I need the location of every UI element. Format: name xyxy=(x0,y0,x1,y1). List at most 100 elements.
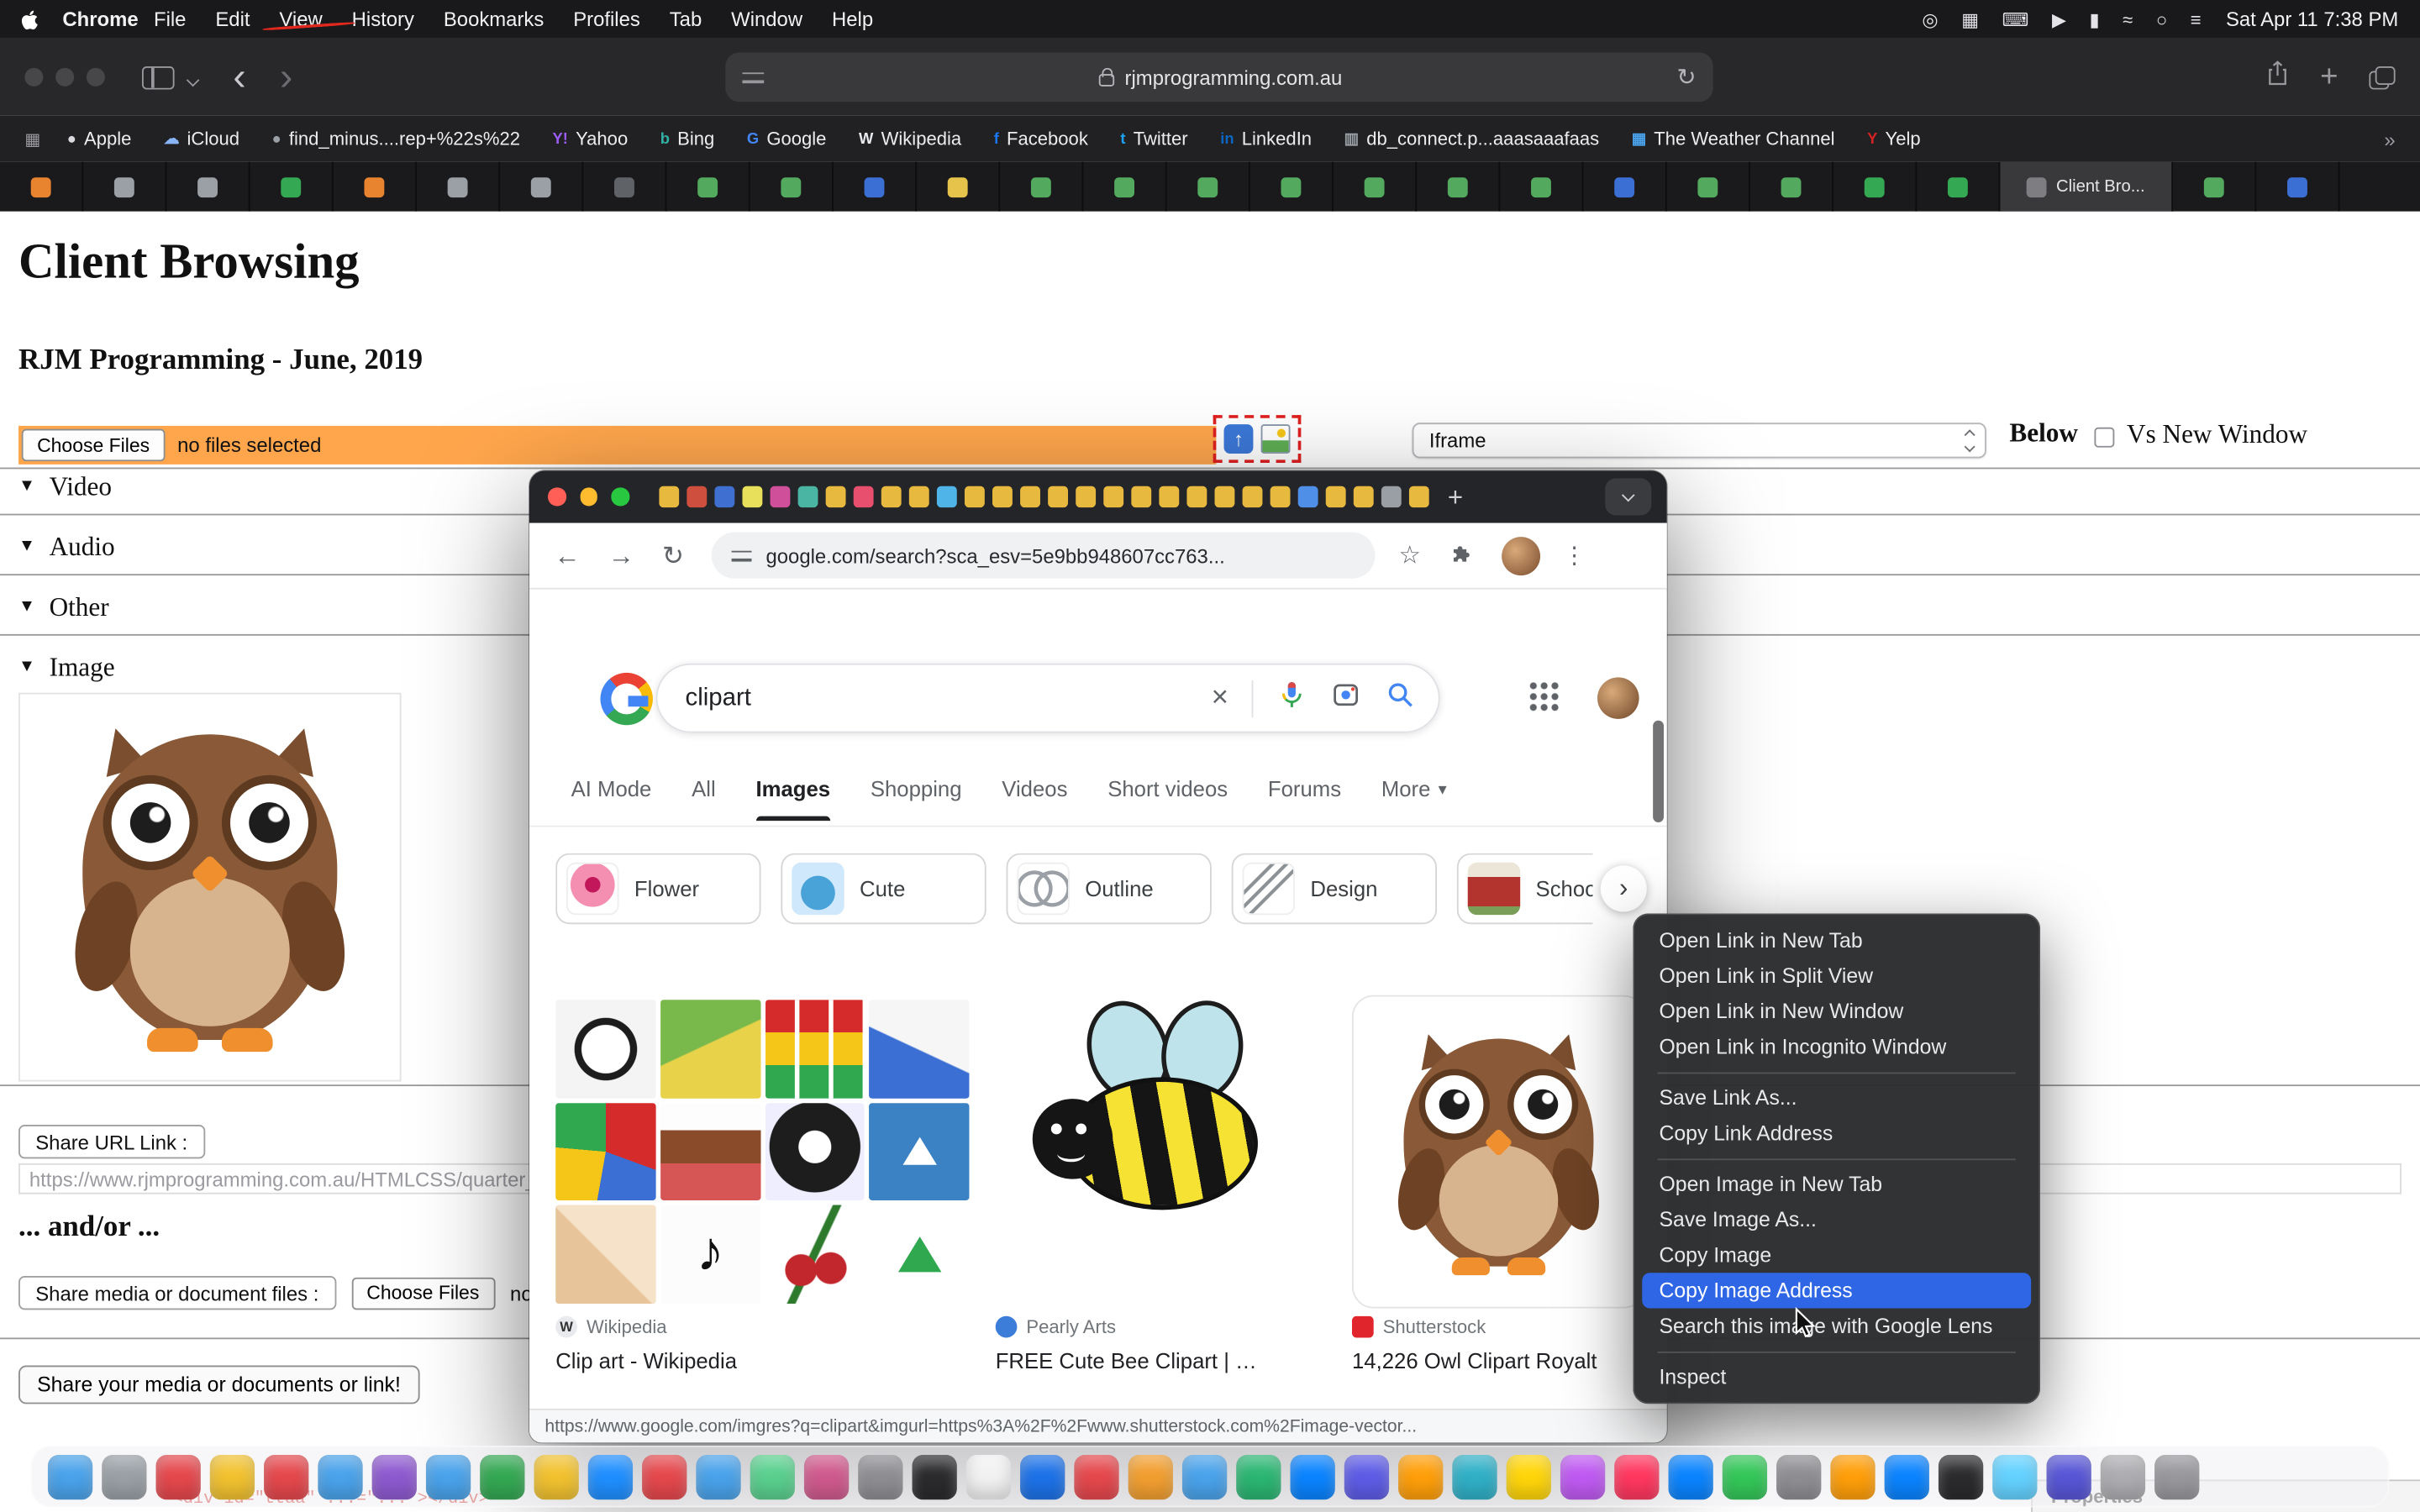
browser-tab[interactable] xyxy=(825,486,846,507)
browser-tab[interactable] xyxy=(936,486,957,507)
browser-tab[interactable] xyxy=(881,486,902,507)
status-icon[interactable]: ○ xyxy=(2156,8,2167,30)
results-tab[interactable]: Shopping ▾ xyxy=(871,776,962,821)
dock-app-icon[interactable] xyxy=(1885,1454,1929,1499)
results-tab[interactable]: All ▾ xyxy=(692,776,716,821)
favorite-item[interactable]: ▥ db_connect.p...aaasaaafaas xyxy=(1344,128,1600,150)
share-url-label[interactable]: Share URL Link : xyxy=(18,1125,204,1158)
results-tab[interactable]: More ▾ xyxy=(1381,776,1447,821)
favorites-grid-icon[interactable]: ▦ xyxy=(24,129,40,149)
tab-overview-icon[interactable] xyxy=(2369,66,2395,89)
bookmark-star-icon[interactable]: ☆ xyxy=(1399,540,1421,571)
favorite-item[interactable]: G Google xyxy=(747,128,827,150)
context-menu-item[interactable]: Save Image As... xyxy=(1642,1202,2031,1237)
chevron-down-icon[interactable] xyxy=(187,73,200,87)
browser-tab[interactable] xyxy=(83,162,166,212)
owl-clipart-image[interactable] xyxy=(82,734,337,1040)
address-bar[interactable]: rjmprogramming.com.au ↻ xyxy=(725,52,1713,102)
dock-app-icon[interactable] xyxy=(2047,1454,2091,1499)
menubar-menu-item[interactable]: History xyxy=(352,8,414,31)
browser-tab[interactable] xyxy=(417,162,500,212)
menubar-menu-item[interactable]: Help xyxy=(832,8,873,31)
favorite-item[interactable]: ● Apple xyxy=(67,128,132,150)
filter-chip[interactable]: Flower xyxy=(555,853,760,924)
back-button[interactable]: ← xyxy=(554,543,580,569)
browser-tab[interactable] xyxy=(1750,162,1833,212)
dock-app-icon[interactable] xyxy=(156,1454,201,1499)
dock-app-icon[interactable] xyxy=(1614,1454,1659,1499)
profile-avatar[interactable] xyxy=(1501,536,1539,575)
new-tab-icon[interactable]: + xyxy=(2320,61,2338,92)
collapsible-section[interactable]: ▼ Video xyxy=(18,472,115,533)
new-tab-icon[interactable]: + xyxy=(1448,484,1463,510)
browser-tab[interactable] xyxy=(1297,486,1318,507)
iframe-select[interactable]: Iframe xyxy=(1413,423,1986,458)
status-icon[interactable]: ▮ xyxy=(2089,8,2099,30)
page-settings-icon[interactable] xyxy=(742,69,764,86)
collage-image-trash-bin[interactable] xyxy=(870,1103,970,1201)
browser-tab[interactable] xyxy=(750,162,834,212)
vs-new-window-checkbox[interactable] xyxy=(2094,428,2114,448)
share-icon[interactable] xyxy=(2265,60,2289,94)
browser-tab[interactable] xyxy=(1158,486,1179,507)
clear-icon[interactable]: × xyxy=(1212,684,1228,713)
browser-tab[interactable] xyxy=(1250,162,1334,212)
dock-app-icon[interactable] xyxy=(1776,1454,1821,1499)
search-icon[interactable] xyxy=(1385,679,1416,717)
context-menu-item[interactable]: Open Link in Incognito Window xyxy=(1642,1029,2031,1064)
browser-tab[interactable] xyxy=(1334,162,1417,212)
favorite-item[interactable]: t Twitter xyxy=(1120,128,1187,150)
result-image-collage[interactable] xyxy=(555,1000,969,1304)
dock-app-icon[interactable] xyxy=(1939,1454,1983,1499)
browser-tab[interactable] xyxy=(1353,486,1374,507)
dock-app-icon[interactable] xyxy=(426,1454,471,1499)
results-tab[interactable]: Short videos ▾ xyxy=(1107,776,1228,821)
dock-app-icon[interactable] xyxy=(858,1454,902,1499)
dock-app-icon[interactable] xyxy=(642,1454,687,1499)
dock-app-icon[interactable] xyxy=(480,1454,524,1499)
browser-tab[interactable] xyxy=(1075,486,1096,507)
browser-tab[interactable] xyxy=(853,486,874,507)
browser-tab[interactable] xyxy=(1083,162,1166,212)
tab-search-button[interactable] xyxy=(1605,478,1651,515)
browser-tab[interactable] xyxy=(1000,162,1083,212)
browser-tab[interactable] xyxy=(797,486,818,507)
context-menu-item[interactable]: Open Link in New Tab xyxy=(1642,922,2031,958)
favorite-item[interactable]: W Wikipedia xyxy=(859,128,961,150)
upload-icon[interactable]: ↑ xyxy=(1224,424,1254,454)
browser-tab[interactable] xyxy=(583,162,666,212)
browser-tab[interactable] xyxy=(0,162,83,212)
sidebar-icon[interactable] xyxy=(142,66,175,89)
dock-app-icon[interactable] xyxy=(1669,1454,1713,1499)
collage-image-flask[interactable] xyxy=(870,1000,970,1098)
dock-app-icon[interactable] xyxy=(966,1454,1011,1499)
status-icon[interactable]: ≡ xyxy=(2191,8,2202,30)
context-menu-item[interactable]: Copy Image xyxy=(1642,1237,2031,1273)
context-menu-item[interactable] xyxy=(1658,1158,2016,1159)
browser-tab[interactable] xyxy=(964,486,985,507)
choose-files-button[interactable]: Choose Files xyxy=(22,429,166,462)
dock-app-icon[interactable] xyxy=(1560,1454,1605,1499)
forward-button[interactable]: › xyxy=(280,58,292,97)
dock-app-icon[interactable] xyxy=(1507,1454,1551,1499)
image-icon[interactable] xyxy=(1261,424,1291,454)
extensions-icon[interactable] xyxy=(1449,543,1473,568)
google-apps-grid-icon[interactable] xyxy=(1529,682,1560,713)
menubar-menu-item[interactable]: Tab xyxy=(670,8,702,31)
favorite-item[interactable]: Y! Yahoo xyxy=(553,128,629,150)
zoom-window-button[interactable] xyxy=(87,68,105,87)
status-icon[interactable]: ▶ xyxy=(2052,8,2066,30)
favorite-item[interactable]: ● find_minus....rep+%22s%22 xyxy=(272,128,520,150)
dock-app-icon[interactable] xyxy=(1452,1454,1497,1499)
collage-image-rubiks-cube[interactable] xyxy=(765,1000,865,1098)
browser-tab[interactable] xyxy=(917,162,1000,212)
context-menu-item[interactable]: Copy Image Address xyxy=(1642,1273,2031,1308)
browser-tab[interactable] xyxy=(1186,486,1207,507)
status-icon[interactable]: ▦ xyxy=(1961,8,1979,30)
collage-image-cherries[interactable] xyxy=(765,1205,865,1304)
context-menu-item[interactable]: Open Image in New Tab xyxy=(1642,1167,2031,1202)
browser-tab[interactable] xyxy=(1130,486,1151,507)
browser-tab[interactable] xyxy=(1242,486,1263,507)
minimize-window-button[interactable] xyxy=(55,68,74,87)
browser-tab[interactable] xyxy=(2256,162,2339,212)
